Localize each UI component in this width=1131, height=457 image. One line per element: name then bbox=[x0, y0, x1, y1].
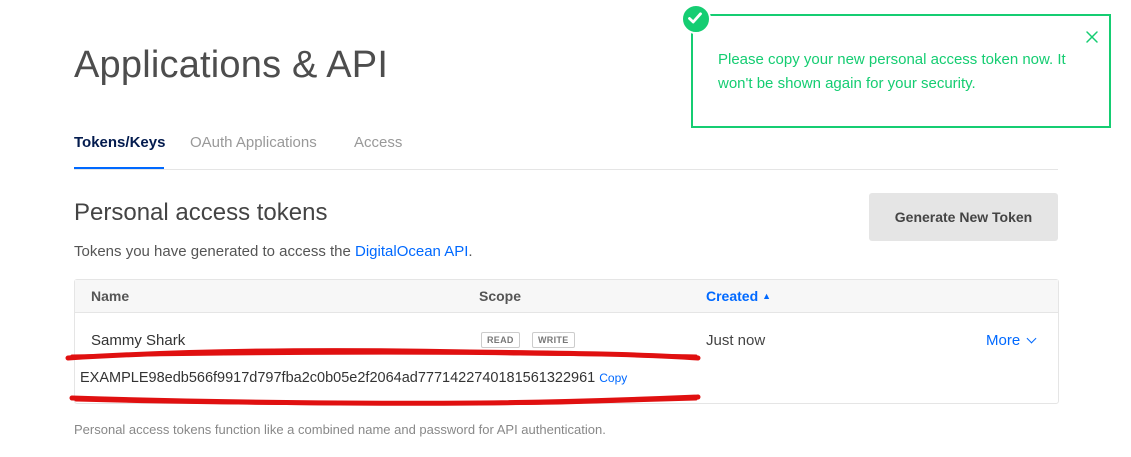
token-value-row: EXAMPLE98edb566f9917d797fba2c0b05e2f2064… bbox=[80, 370, 627, 386]
column-header-created[interactable]: Created ▲ bbox=[706, 288, 771, 304]
column-header-scope: Scope bbox=[479, 288, 522, 304]
token-name: Sammy Shark bbox=[91, 332, 186, 349]
scope-badge-read: READ bbox=[481, 332, 520, 348]
column-header-name: Name bbox=[91, 288, 130, 304]
tab-tokens-keys[interactable]: Tokens/Keys bbox=[74, 134, 165, 169]
table-header: Name Scope Created ▲ bbox=[75, 280, 1058, 313]
copy-token-link[interactable]: Copy bbox=[599, 371, 627, 385]
generate-new-token-button[interactable]: Generate New Token bbox=[869, 193, 1058, 241]
chevron-down-icon bbox=[1026, 333, 1037, 344]
page-title: Applications & API bbox=[74, 44, 389, 86]
toast-message: Please copy your new personal access tok… bbox=[718, 51, 1066, 92]
scope-badge-write: WRITE bbox=[532, 332, 575, 348]
section-title: Personal access tokens bbox=[74, 199, 328, 226]
token-created: Just now bbox=[706, 332, 766, 349]
tokens-table: Name Scope Created ▲ Sammy Shark READ WRI… bbox=[74, 279, 1059, 404]
check-circle-icon bbox=[681, 4, 711, 34]
column-header-created-label: Created bbox=[706, 288, 759, 304]
tab-oauth-applications[interactable]: OAuth Applications bbox=[190, 134, 317, 168]
digitalocean-api-link[interactable]: DigitalOcean API bbox=[355, 243, 468, 260]
section-description-end: . bbox=[468, 243, 473, 260]
footnote: Personal access tokens function like a c… bbox=[74, 422, 606, 437]
token-value: EXAMPLE98edb566f9917d797fba2c0b05e2f2064… bbox=[80, 370, 596, 386]
page: Applications & API Tokens/Keys OAuth App… bbox=[0, 0, 1131, 457]
success-toast: Please copy your new personal access tok… bbox=[681, 4, 1111, 128]
section-description: Tokens you have generated to access the … bbox=[74, 243, 473, 260]
section-description-text: Tokens you have generated to access the bbox=[74, 243, 356, 260]
more-label: More bbox=[986, 332, 1021, 349]
more-menu-button[interactable]: More bbox=[986, 332, 1037, 349]
tab-bar: Tokens/Keys OAuth Applications Access bbox=[74, 134, 1058, 170]
tab-access[interactable]: Access bbox=[354, 134, 402, 168]
close-icon[interactable] bbox=[1085, 30, 1099, 44]
sort-ascending-icon: ▲ bbox=[762, 291, 772, 301]
